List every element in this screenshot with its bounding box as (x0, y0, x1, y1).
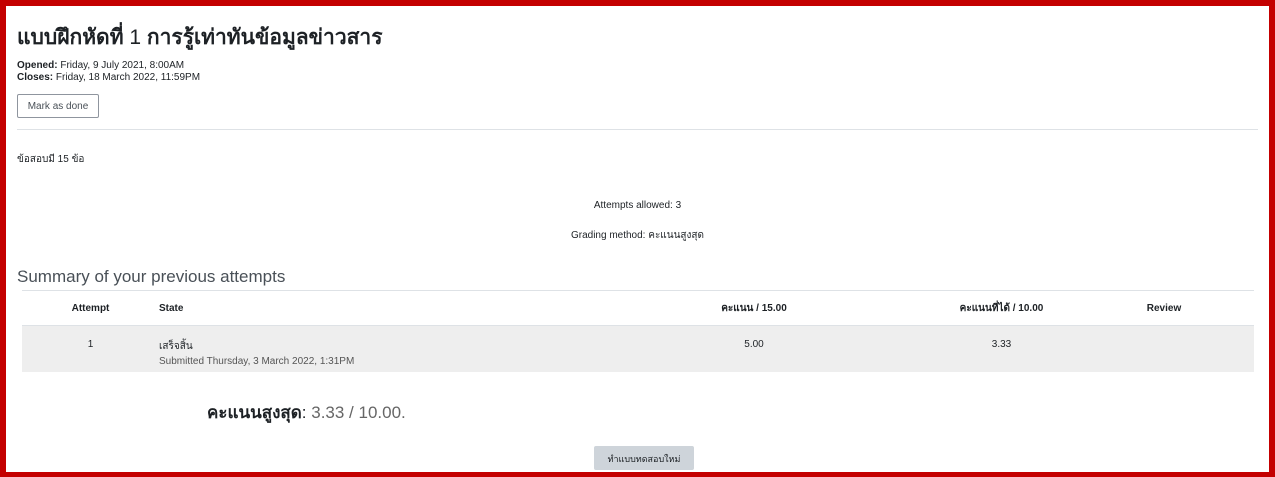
table-header-row: Attempt State คะแนน / 15.00 คะแนนที่ได้ … (22, 290, 1254, 326)
final-grade-label: คะแนนสูงสุด (207, 403, 302, 422)
attempt-grade: 3.33 (991, 339, 1012, 350)
opened-value: Friday, 9 July 2021, 8:00AM (60, 60, 185, 71)
closes-value: Friday, 18 March 2022, 11:59PM (55, 72, 201, 83)
attempt-marks: 5.00 (744, 339, 764, 350)
mark-as-done-button[interactable]: Mark as done (17, 94, 99, 118)
page-title: แบบฝึกหัดที่ 1 การรู้เท่าทันข้อมูลข่าวสา… (17, 21, 383, 54)
attempts-allowed: Attempts allowed: 3 (593, 200, 682, 211)
quiz-intro: ข้อสอบมี 15 ข้อ (17, 154, 85, 165)
summary-heading: Summary of your previous attempts (17, 267, 286, 286)
closes-label: Closes: (17, 72, 54, 83)
title-suffix: การรู้เท่าทันข้อมูลข่าวสาร (146, 26, 383, 49)
final-grade-value: 3.33 / 10.00. (311, 403, 406, 422)
attempt-state: เสร็จสิ้น (159, 341, 193, 352)
title-prefix: แบบฝึกหัดที่ (17, 26, 124, 49)
marks-cell: 5.00 (579, 325, 929, 372)
attempt-number: 1 (87, 339, 94, 350)
col-state: State (159, 290, 579, 326)
grade-cell: 3.33 (929, 325, 1074, 372)
attempts-table: Attempt State คะแนน / 15.00 คะแนนที่ได้ … (22, 290, 1254, 372)
table-row: 1 เสร็จสิ้น Submitted Thursday, 3 March … (22, 325, 1254, 372)
col-marks: คะแนน / 15.00 (579, 290, 929, 326)
attempt-number-cell: 1 (22, 325, 159, 372)
col-attempt: Attempt (22, 290, 159, 326)
attempt-review (1074, 326, 1254, 339)
col-grade: คะแนนที่ได้ / 10.00 (929, 290, 1074, 326)
review-cell (1074, 325, 1254, 372)
attempt-submitted: Submitted Thursday, 3 March 2022, 1:31PM (159, 356, 355, 367)
opened-label: Opened: (17, 60, 58, 71)
state-cell: เสร็จสิ้น Submitted Thursday, 3 March 20… (159, 325, 579, 372)
opened-date: Opened: Friday, 9 July 2021, 8:00AM (17, 60, 200, 72)
title-number: 1 (129, 26, 142, 49)
grading-method-value: คะแนนสูงสุด (648, 230, 705, 241)
closes-date: Closes: Friday, 18 March 2022, 11:59PM (17, 72, 200, 84)
section-divider (17, 129, 1258, 130)
activity-dates: Opened: Friday, 9 July 2021, 8:00AM Clos… (17, 60, 200, 84)
grading-method: Grading method: คะแนนสูงสุด (0, 228, 1275, 243)
col-review: Review (1074, 290, 1254, 326)
grading-method-label: Grading method: (570, 230, 646, 241)
final-grade: คะแนนสูงสุด: 3.33 / 10.00. (207, 403, 406, 422)
reattempt-quiz-button[interactable]: ทำแบบทดสอบใหม่ (594, 446, 694, 470)
